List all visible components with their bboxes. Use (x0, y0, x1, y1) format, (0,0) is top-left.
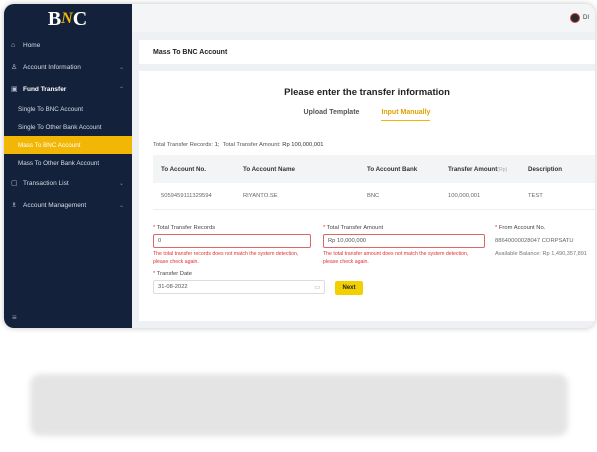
users-icon: ♗ (11, 202, 18, 209)
transfer-table: To Account No. To Account Name To Accoun… (153, 155, 595, 210)
sidebar-subitem-single-bnc[interactable]: Single To BNC Account (4, 100, 132, 118)
cell-account-no: 5059459111329594 (161, 193, 212, 199)
sidebar: BNC ⌂ Home ♙ Account Information ⌄ ▣ Fun… (4, 4, 132, 328)
col-header-account-bank: To Account Bank (367, 165, 418, 173)
transfer-icon: ▣ (11, 86, 18, 93)
sidebar-item-label: Home (23, 41, 41, 49)
chevron-down-icon: ⌄ (118, 202, 124, 209)
sidebar-item-label: Fund Transfer (23, 85, 67, 93)
blurred-caption (30, 374, 568, 436)
sidebar-item-label: Account Information (23, 63, 81, 71)
sidebar-item-account-management[interactable]: ♗ Account Management ⌄ (4, 194, 132, 216)
total-records-input[interactable]: 0 (153, 234, 311, 248)
records-label: Total Transfer Records (156, 225, 216, 231)
col-header-account-name: To Account Name (243, 165, 295, 173)
transfer-summary: Total Transfer Records: 1; Total Transfe… (153, 142, 324, 148)
from-account-field-group: * From Account No. 88640000028047 CORPSA… (495, 225, 595, 257)
card-heading: Please enter the transfer information (284, 87, 450, 98)
col-header-transfer-amount: Transfer Amount(Rp) (448, 165, 508, 173)
page-title: Mass To BNC Account (139, 40, 595, 64)
transfer-date-input[interactable]: 31-08-2022 ▭ (153, 280, 325, 294)
sidebar-item-label: Account Management (23, 201, 87, 209)
chevron-down-icon: ⌄ (118, 64, 124, 71)
table-header: To Account No. To Account Name To Accoun… (153, 155, 595, 183)
home-icon: ⌂ (11, 41, 16, 49)
chevron-up-icon: ⌃ (118, 86, 124, 93)
date-label: Transfer Date (156, 271, 193, 277)
brand-logo[interactable]: BNC (4, 4, 132, 34)
table-row: 5059459111329594 RIYANTO.SE BNC 100,000,… (153, 183, 595, 210)
tab-upload-template[interactable]: Upload Template (304, 109, 360, 121)
calendar-icon[interactable]: ▭ (314, 284, 320, 291)
records-error: The total transfer records does not matc… (153, 251, 299, 265)
chevron-down-icon: ⌄ (118, 180, 124, 187)
sidebar-item-transaction-list[interactable]: ▢ Transaction List ⌄ (4, 172, 132, 194)
amount-error: The total transfer amount does not match… (323, 251, 469, 265)
avatar (570, 13, 580, 23)
sidebar-subitem-single-other-bank[interactable]: Single To Other Bank Account (4, 118, 132, 136)
sidebar-subitem-mass-other-bank[interactable]: Mass To Other Bank Account (4, 154, 132, 172)
date-field-group: * Transfer Date 31-08-2022 ▭ (153, 271, 325, 294)
available-balance: Available Balance: Rp 1,490,357,891 (495, 251, 587, 257)
amount-label: Total Transfer Amount (326, 225, 384, 231)
list-icon: ▢ (11, 180, 18, 187)
summary-records-value: 1; (214, 142, 220, 148)
amount-field-group: * Total Transfer Amount Rp 10,000,000 Th… (323, 225, 485, 266)
total-amount-input[interactable]: Rp 10,000,000 (323, 234, 485, 248)
cell-transfer-amount: 100,000,001 (448, 193, 481, 199)
tab-bar: Upload Template Input Manually (139, 109, 595, 121)
sidebar-item-account-information[interactable]: ♙ Account Information ⌄ (4, 56, 132, 78)
sidebar-item-fund-transfer[interactable]: ▣ Fund Transfer ⌃ (4, 78, 132, 100)
records-field-group: * Total Transfer Records 0 The total tra… (153, 225, 311, 266)
tab-input-manually[interactable]: Input Manually (381, 109, 431, 121)
sidebar-subitem-mass-bnc[interactable]: Mass To BNC Account (4, 136, 132, 154)
topbar: DI (132, 4, 595, 32)
from-account-select[interactable]: 88640000028047 CORPSATU (495, 234, 595, 248)
user-label: DI (583, 15, 589, 21)
app-window: BNC ⌂ Home ♙ Account Information ⌄ ▣ Fun… (4, 4, 595, 328)
sidebar-item-label: Transaction List (23, 179, 69, 187)
cell-account-name: RIYANTO.SE (243, 193, 278, 199)
from-account-label: From Account No. (498, 225, 546, 231)
transfer-card: Please enter the transfer information Up… (139, 71, 595, 321)
next-button[interactable]: Next (335, 281, 363, 295)
col-header-account-no: To Account No. (161, 165, 207, 173)
cell-description: TEST (528, 193, 543, 199)
summary-amount-value: Rp 100,000,001 (282, 142, 324, 148)
cell-account-bank: BNC (367, 193, 380, 199)
col-header-description: Description (528, 165, 563, 173)
user-icon: ♙ (11, 64, 18, 71)
menu-collapse-icon[interactable]: ≡ (12, 313, 17, 322)
user-menu[interactable]: DI (570, 13, 589, 23)
sidebar-item-home[interactable]: ⌂ Home (4, 34, 132, 56)
